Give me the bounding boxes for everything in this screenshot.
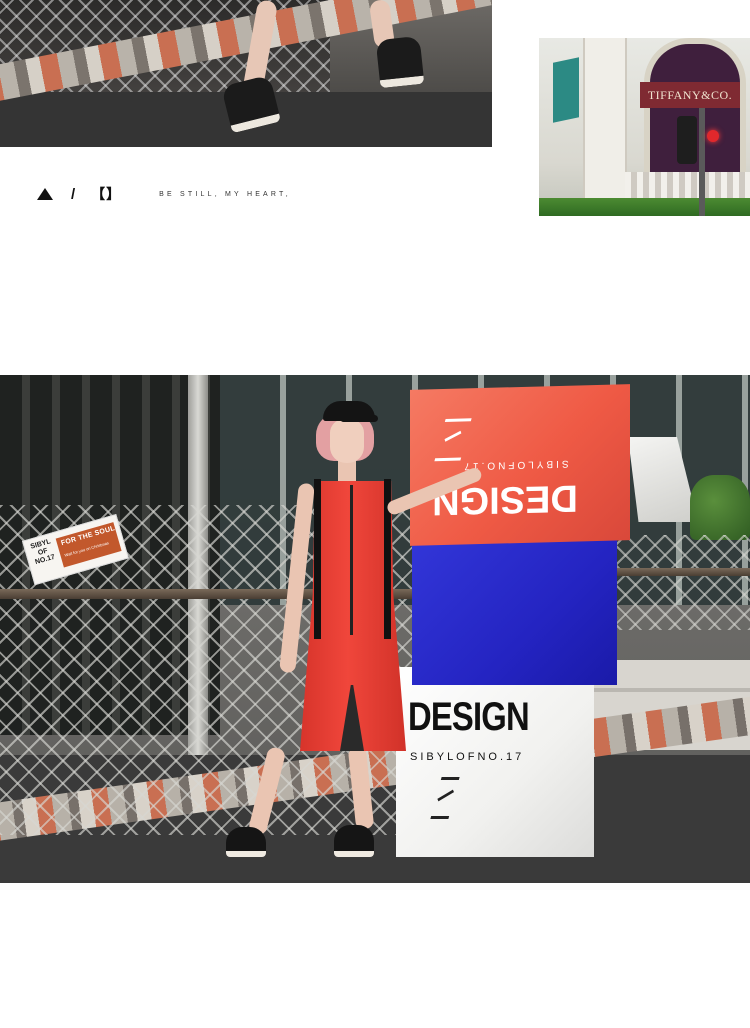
teal-awning [553, 57, 579, 123]
s-logo-icon [430, 777, 460, 819]
s-logo-icon [434, 418, 472, 462]
traffic-light-pole [699, 108, 705, 216]
red-design-box: SIBYLOFNO.17 DESIGN [410, 384, 630, 546]
blue-box [412, 540, 617, 685]
caption-slash: / [71, 185, 76, 203]
store-sign: TIFFANY&CO. [640, 82, 740, 108]
white-box-word: DESIGN [408, 695, 530, 739]
dress-zipper [350, 485, 353, 635]
sticker-band: FOR THE SOUL Wait for you on Christmas [55, 522, 122, 568]
triangle-icon [37, 188, 53, 200]
sneaker-right [334, 825, 374, 857]
storefront-photo: TIFFANY&CO. [539, 38, 750, 216]
strap-left [314, 479, 321, 639]
white-pillar [583, 38, 627, 216]
top-product-photo [0, 0, 492, 147]
sneaker-left [226, 827, 266, 857]
model-face [330, 419, 364, 463]
caption-row: / 【】 BE STILL, MY HEART, [37, 184, 291, 204]
traffic-light-icon [677, 116, 697, 164]
caption-tagline: BE STILL, MY HEART, [159, 190, 291, 198]
cap-brim [340, 415, 378, 422]
red-light-icon [707, 130, 719, 142]
chain-link-fence-right [600, 535, 750, 630]
sneaker-right [375, 35, 425, 89]
hedge [539, 198, 750, 216]
caption-bracket: 【】 [91, 186, 122, 202]
wooden-handrail-right [600, 568, 750, 576]
sticker-brand: SIBYL OF NO.17 [29, 538, 56, 567]
trees [690, 475, 750, 540]
white-box-sub: SIBYLOFNO.17 [410, 751, 525, 763]
white-design-box: DESIGN SIBYLOFNO.17 [396, 667, 594, 857]
main-product-photo: SIBYL OF NO.17 FOR THE SOUL Wait for you… [0, 375, 750, 883]
